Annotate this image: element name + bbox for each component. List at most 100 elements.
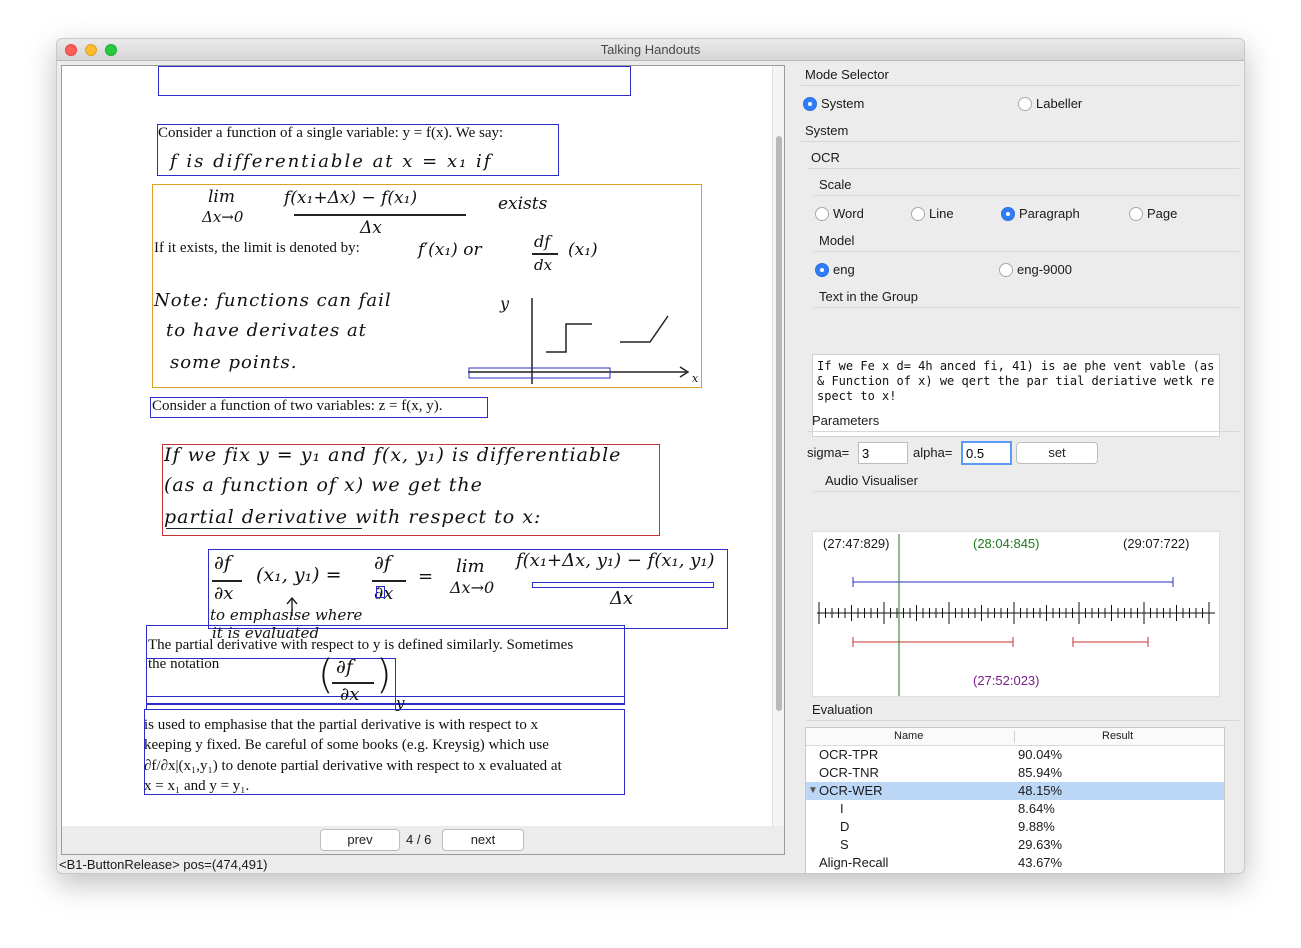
- radio-dot-icon: [815, 207, 829, 221]
- system-title: System: [805, 123, 849, 138]
- handwriting-lim: lim: [208, 187, 235, 207]
- radio-scale-word[interactable]: Word: [813, 206, 864, 222]
- table-row[interactable]: D 9.88%: [806, 818, 1224, 836]
- column-header-result[interactable]: Result: [1102, 730, 1133, 742]
- audio-visualiser-title: Audio Visualiser: [825, 473, 918, 488]
- radio-scale-page[interactable]: Page: [1127, 206, 1177, 222]
- radio-dot-icon: [803, 97, 817, 111]
- used-emphasise-3: ∂f/∂x|(x₁,y₁) to denote partial derivati…: [144, 758, 562, 774]
- divider: [813, 307, 1239, 308]
- radio-model-eng[interactable]: eng: [813, 262, 855, 278]
- handwriting-frac-num: f(x₁+Δx) − f(x₁): [284, 188, 418, 208]
- radio-dot-icon: [999, 263, 1013, 277]
- handwriting-pd-lhs-line: [212, 580, 242, 582]
- time-cursor-label: (27:52:023): [973, 673, 1040, 688]
- table-row[interactable]: OCR-TPR 90.04%: [806, 746, 1224, 764]
- divider: [807, 720, 1239, 721]
- row-name: OCR-WER: [819, 783, 883, 798]
- handwriting-dfdx-num: df: [534, 232, 551, 251]
- radio-scale-line[interactable]: Line: [909, 206, 954, 222]
- prev-page-button[interactable]: prev: [320, 829, 400, 851]
- row-name: I: [840, 801, 844, 816]
- mode-selector-title: Mode Selector: [805, 67, 889, 82]
- handwriting-axis-x: x: [692, 372, 699, 385]
- document-pane: Consider a function of a single variable…: [61, 65, 785, 855]
- table-row[interactable]: S 29.63%: [806, 836, 1224, 854]
- column-header-name[interactable]: Name: [894, 730, 923, 742]
- table-row[interactable]: Align-Recall 43.67%: [806, 854, 1224, 872]
- sigma-input[interactable]: [858, 442, 908, 464]
- handwriting-pd-rhs-num: f(x₁+Δx, y₁) − f(x₁, y₁): [516, 550, 715, 571]
- handwriting-pd-lhs-den: ∂x: [214, 583, 234, 604]
- control-panel: Mode Selector System Labeller System OCR…: [797, 65, 1243, 873]
- document-scrollbar[interactable]: [772, 66, 784, 826]
- radio-dot-icon: [815, 263, 829, 277]
- alpha-input[interactable]: [961, 441, 1012, 465]
- divider: [813, 251, 1239, 252]
- ocr-box-word-highlight[interactable]: [376, 586, 385, 598]
- radio-label: eng: [833, 262, 855, 277]
- evaluation-header: Name Result: [806, 728, 1224, 746]
- divider: [801, 141, 1239, 142]
- radio-dot-icon: [1018, 97, 1032, 111]
- radio-label: System: [821, 96, 865, 111]
- used-emphasise-2: keeping y fixed. Be careful of some book…: [144, 737, 549, 753]
- radio-dot-icon: [1001, 207, 1015, 221]
- minimize-window-button[interactable]: [85, 44, 97, 56]
- row-result: 43.67%: [1018, 855, 1063, 870]
- consider-single-text: Consider a function of a single variable…: [158, 125, 504, 141]
- radio-model-eng-9000[interactable]: eng-9000: [997, 262, 1072, 278]
- row-result: 8.64%: [1018, 801, 1055, 816]
- row-result: 9.88%: [1018, 819, 1055, 834]
- document-canvas[interactable]: Consider a function of a single variable…: [62, 66, 772, 800]
- partial-y-text-1: The partial derivative with respect to y…: [148, 637, 574, 653]
- handwriting-note-3: some points.: [170, 352, 298, 373]
- handwriting-underline: [166, 528, 362, 529]
- zoom-window-button[interactable]: [105, 44, 117, 56]
- model-title: Model: [819, 233, 855, 248]
- limit-denoted-text: If it exists, the limit is denoted by:: [154, 240, 360, 256]
- row-name: OCR-TPR: [819, 747, 879, 762]
- handwriting-pd-lhs-num: ∂f: [214, 552, 231, 574]
- radio-label: Word: [833, 206, 864, 221]
- expand-triangle-icon[interactable]: ▼: [808, 782, 818, 800]
- divider: [807, 431, 1239, 432]
- handwriting-fix-2: (as a function of x) we get the: [164, 474, 483, 496]
- document-scroll-thumb[interactable]: [776, 136, 782, 711]
- ocr-title: OCR: [811, 150, 840, 165]
- handwriting-notation-den: ∂x: [340, 684, 360, 705]
- handwriting-fprime: f′(x₁) or: [418, 240, 482, 260]
- handwriting-pd-eq: =: [418, 566, 434, 587]
- close-window-button[interactable]: [65, 44, 77, 56]
- row-name: S: [840, 837, 849, 852]
- window-title: Talking Handouts: [600, 42, 701, 57]
- table-row[interactable]: I 8.64%: [806, 800, 1224, 818]
- used-emphasise-1: is used to emphasise that the partial de…: [144, 717, 539, 733]
- handwriting-pd-args: (x₁, y₁) =: [256, 564, 342, 586]
- table-row-selected[interactable]: ▼ OCR-WER 48.15%: [806, 782, 1224, 800]
- handwriting-emphasise-1: to emphasise where: [210, 606, 363, 624]
- row-result: 48.15%: [1018, 783, 1063, 798]
- handwriting-notation-num: ∂f: [336, 656, 353, 678]
- ocr-box-title[interactable]: [158, 66, 631, 96]
- radio-mode-system[interactable]: System: [801, 96, 864, 112]
- handwriting-pd-lim-sub: Δx→0: [450, 578, 495, 597]
- next-page-button[interactable]: next: [442, 829, 524, 851]
- radio-label: Line: [929, 206, 954, 221]
- handwriting-fix-1: If we fix y = y₁ and f(x, y₁) is differe…: [164, 444, 622, 466]
- radio-dot-icon: [1129, 207, 1143, 221]
- audio-visualiser[interactable]: (27:47:829) (28:04:845) (29:07:722) (27:…: [812, 531, 1220, 697]
- handwriting-exists: exists: [498, 194, 548, 214]
- page-indicator: 4 / 6: [406, 832, 432, 847]
- radio-mode-labeller[interactable]: Labeller: [1016, 96, 1082, 112]
- handwriting-lim-sub: Δx→0: [202, 208, 244, 226]
- used-emphasise-4: x = x₁ and y = y₁.: [144, 778, 250, 794]
- handwriting-frac-den: Δx: [360, 218, 382, 238]
- radio-scale-paragraph[interactable]: Paragraph: [999, 206, 1080, 222]
- divider: [813, 195, 1239, 196]
- radio-label: Paragraph: [1019, 206, 1080, 221]
- table-row[interactable]: OCR-TNR 85.94%: [806, 764, 1224, 782]
- consider-two-text: Consider a function of two variables: z …: [152, 398, 443, 414]
- set-parameters-button[interactable]: set: [1016, 442, 1098, 464]
- row-result: 85.94%: [1018, 765, 1063, 780]
